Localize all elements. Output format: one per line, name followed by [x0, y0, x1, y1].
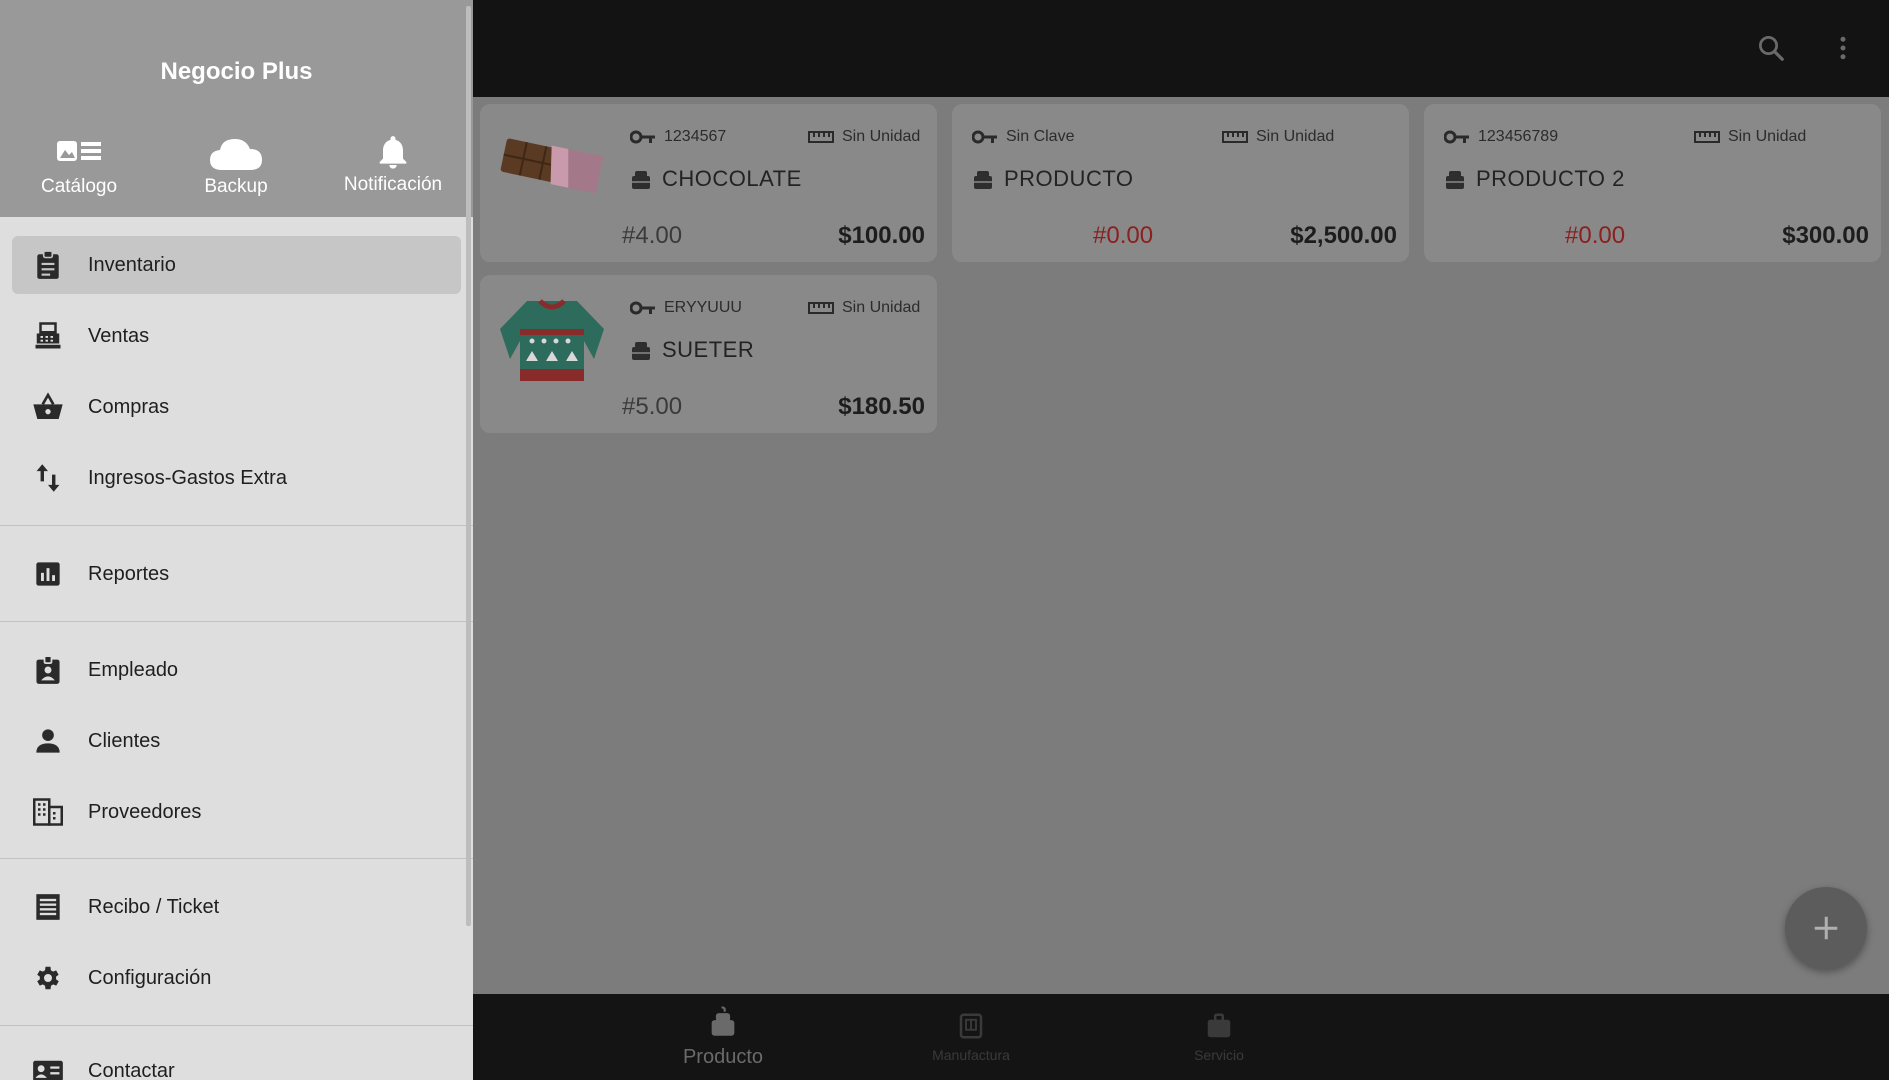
drawer-item-contactar[interactable]: Contactar	[12, 1042, 461, 1080]
product-name: PRODUCTO	[972, 166, 1134, 192]
person-icon	[32, 725, 64, 757]
product-image-sweater	[492, 289, 612, 389]
swap-vertical-icon	[32, 462, 64, 494]
nav-tab-manufactura[interactable]: Manufactura	[901, 994, 1041, 1080]
cloud-icon	[210, 139, 262, 170]
key-icon	[1444, 130, 1469, 144]
product-price: $300.00	[1782, 222, 1869, 249]
ruler-icon	[808, 131, 834, 143]
drawer-item-inventario[interactable]: Inventario	[12, 236, 461, 294]
drawer-scrollbar[interactable]	[466, 6, 471, 926]
briefcase-icon	[1207, 1013, 1231, 1038]
product-key: Sin Clave	[972, 128, 1074, 146]
notification-button[interactable]: Notificación	[323, 136, 463, 196]
product-key: ERYYUUU	[630, 299, 742, 317]
ruler-icon	[808, 302, 834, 314]
product-key: 1234567	[630, 128, 726, 146]
building-icon	[32, 796, 64, 828]
receipt-icon	[32, 891, 64, 923]
bell-icon	[379, 136, 407, 169]
nav-tab-producto[interactable]: Producto	[653, 994, 793, 1080]
drawer-item-empleado[interactable]: Empleado	[12, 641, 461, 699]
clipboard-icon	[32, 249, 64, 281]
nav-tab-servicio[interactable]: Servicio	[1149, 994, 1289, 1080]
product-price: $100.00	[838, 222, 925, 249]
bar-chart-icon	[32, 558, 64, 590]
search-icon[interactable]	[1751, 28, 1791, 68]
contact-card-icon	[32, 1055, 64, 1080]
drawer-header: Negocio Plus Catálogo Backup Notificació…	[0, 0, 473, 217]
drawer-divider	[0, 525, 473, 526]
key-icon	[630, 301, 655, 315]
product-image-chocolate	[492, 118, 612, 218]
product-card[interactable]: 123456789 Sin Unidad PRODUCTO 2 #0.00 $3…	[1424, 104, 1881, 262]
product-name: PRODUCTO 2	[1444, 166, 1625, 192]
key-icon	[972, 130, 997, 144]
drawer-item-configuracion[interactable]: Configuración	[12, 949, 461, 1007]
key-icon	[630, 130, 655, 144]
add-product-button[interactable]	[1785, 887, 1867, 969]
product-box-icon	[632, 342, 650, 360]
product-card[interactable]: 1234567 Sin Unidad CHOCOLATE #4.00 $100.…	[480, 104, 937, 262]
product-name: SUETER	[630, 337, 754, 363]
drawer-divider	[0, 621, 473, 622]
basket-icon	[32, 391, 64, 423]
product-box-icon	[632, 171, 650, 189]
plus-icon	[1814, 916, 1838, 940]
drawer-item-recibo-ticket[interactable]: Recibo / Ticket	[12, 878, 461, 936]
more-vert-icon[interactable]	[1823, 28, 1863, 68]
ruler-icon	[1694, 131, 1720, 143]
ruler-icon	[1222, 131, 1248, 143]
drawer-item-proveedores[interactable]: Proveedores	[12, 783, 461, 841]
product-card[interactable]: ERYYUUU Sin Unidad SUETER #5.00 $180.50	[480, 275, 937, 433]
cash-register-icon	[32, 320, 64, 352]
drawer-divider	[0, 1025, 473, 1026]
product-quantity: #0.00	[1093, 222, 1154, 249]
product-unit: Sin Unidad	[1694, 128, 1806, 146]
product-icon	[711, 1005, 735, 1036]
drawer-divider	[0, 858, 473, 859]
product-card[interactable]: Sin Clave Sin Unidad PRODUCTO #0.00 $2,5…	[952, 104, 1409, 262]
bottom-navigation: Producto Manufactura Servicio	[473, 994, 1889, 1080]
product-box-icon	[1446, 171, 1464, 189]
catalog-button[interactable]: Catálogo	[9, 136, 149, 198]
badge-icon	[32, 654, 64, 686]
product-unit: Sin Unidad	[808, 299, 920, 317]
product-key: 123456789	[1444, 128, 1558, 146]
product-unit: Sin Unidad	[1222, 128, 1334, 146]
product-box-icon	[974, 171, 992, 189]
backup-button[interactable]: Backup	[166, 136, 306, 198]
catalog-icon	[57, 141, 101, 161]
app-name: Negocio Plus	[160, 58, 313, 85]
drawer-item-ventas[interactable]: Ventas	[12, 307, 461, 365]
navigation-drawer: Negocio Plus Catálogo Backup Notificació…	[0, 0, 473, 1080]
drawer-item-reportes[interactable]: Reportes	[12, 545, 461, 603]
drawer-item-ingresos-gastos[interactable]: Ingresos-Gastos Extra	[12, 449, 461, 507]
product-quantity: #5.00	[622, 393, 683, 420]
product-price: $2,500.00	[1290, 222, 1397, 249]
drawer-item-clientes[interactable]: Clientes	[12, 712, 461, 770]
product-name: CHOCOLATE	[630, 166, 802, 192]
gear-icon	[32, 962, 64, 994]
product-quantity: #4.00	[622, 222, 683, 249]
manufacture-icon	[959, 1013, 983, 1039]
product-unit: Sin Unidad	[808, 128, 920, 146]
drawer-item-compras[interactable]: Compras	[12, 378, 461, 436]
product-quantity: #0.00	[1565, 222, 1626, 249]
product-price: $180.50	[838, 393, 925, 420]
